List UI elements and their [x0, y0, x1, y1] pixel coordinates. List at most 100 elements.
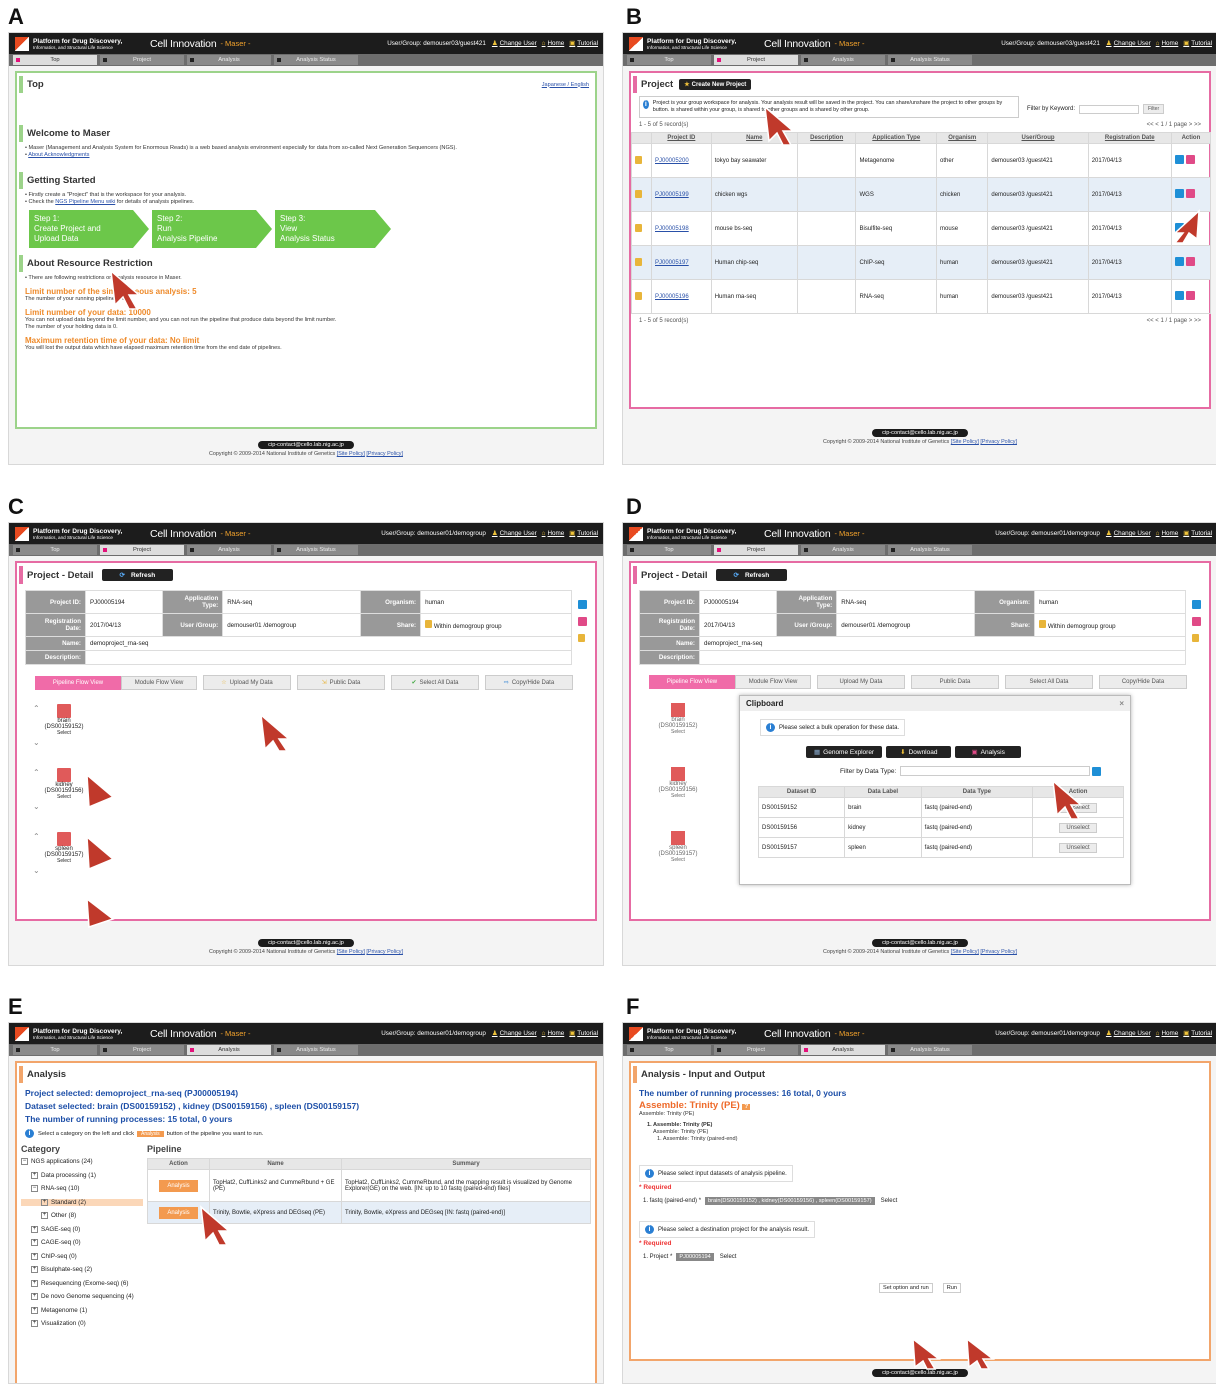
select-button[interactable]: Select — [29, 730, 99, 736]
contact-email[interactable]: cip-contact@cello.lab.nig.ac.jp — [872, 939, 968, 947]
dataset-kidney[interactable]: kidney (DS00159156) Select — [643, 767, 713, 799]
analysis-run-button[interactable]: Analysis — [159, 1206, 198, 1219]
filter-button[interactable]: Filter — [1143, 104, 1165, 114]
edit-icon[interactable] — [1192, 600, 1201, 609]
pipeline-flow-view-tab[interactable]: Pipeline Flow View — [35, 675, 121, 690]
privacy-policy-link[interactable]: [Privacy Policy] — [366, 451, 403, 457]
home-link[interactable]: ⌂ Home — [1156, 530, 1179, 537]
tutorial-link[interactable]: ▣ Tutorial — [569, 530, 598, 537]
note-icon[interactable] — [578, 634, 585, 642]
home-link[interactable]: ⌂ Home — [542, 530, 565, 537]
tab-analysis[interactable]: Analysis — [801, 55, 885, 65]
unselect-button[interactable]: Unselect — [1059, 842, 1097, 853]
filter-input[interactable] — [1079, 105, 1140, 114]
upload-my-data-button[interactable]: Upload My Data — [817, 675, 905, 689]
tab-top[interactable]: Top — [13, 1045, 97, 1055]
chevron-up-icon[interactable]: ⌃ — [33, 704, 40, 713]
contact-email[interactable]: cip-contact@cello.lab.nig.ac.jp — [258, 939, 354, 947]
select-datasets-button[interactable]: Select — [881, 1198, 898, 1204]
col-application-type[interactable]: Application Type — [855, 132, 938, 144]
home-link[interactable]: ⌂ Home — [542, 40, 565, 47]
dataset-spleen[interactable]: spleen (DS00159157) Select — [643, 831, 713, 863]
copy-hide-data-button[interactable]: Copy/Hide Data — [1099, 675, 1187, 689]
change-user-link[interactable]: ♟ Change User — [1106, 530, 1151, 537]
pipeline-flow-view-tab[interactable]: Pipeline Flow View — [649, 675, 735, 689]
tab-project[interactable]: Project — [100, 545, 184, 555]
public-data-button[interactable]: ⇲ Public Data — [297, 675, 385, 690]
expand-icon[interactable]: + — [31, 1225, 38, 1233]
expand-icon[interactable]: + — [31, 1306, 38, 1314]
view-icon[interactable] — [1174, 189, 1184, 198]
share-icon[interactable] — [1185, 155, 1195, 164]
category-item[interactable]: + Metagenome (1) — [21, 1306, 143, 1315]
home-link[interactable]: ⌂ Home — [1156, 1030, 1179, 1037]
chevron-down-icon[interactable]: ⌄ — [33, 866, 40, 875]
tutorial-link[interactable]: ▣ Tutorial — [569, 40, 598, 47]
select-project-button[interactable]: Select — [720, 1254, 737, 1260]
tab-project[interactable]: Project — [100, 1045, 184, 1055]
tab-project[interactable]: Project — [714, 545, 798, 555]
close-icon[interactable]: × — [1119, 699, 1124, 708]
home-link[interactable]: ⌂ Home — [542, 1030, 565, 1037]
category-item[interactable]: − RNA-seq (10) — [21, 1185, 143, 1193]
analysis-button[interactable]: ▣ Analysis — [955, 746, 1021, 758]
tab-analysis-status[interactable]: Analysis Status — [888, 1045, 972, 1055]
change-user-link[interactable]: ♟ Change User — [1106, 1030, 1151, 1037]
col-user-group[interactable]: User/Group — [987, 132, 1089, 144]
module-flow-view-tab[interactable]: Module Flow View — [735, 675, 811, 689]
project-id-link[interactable]: PJ00005197 — [651, 245, 712, 280]
help-icon[interactable]: ? — [742, 1104, 751, 1110]
category-item[interactable]: − NGS applications (24) — [21, 1158, 143, 1166]
category-item[interactable]: + Resequencing (Exome-seq) (6) — [21, 1279, 143, 1288]
change-user-link[interactable]: ♟ Change User — [1106, 40, 1151, 47]
change-user-link[interactable]: ♟ Change User — [492, 530, 537, 537]
language-switch[interactable]: Japanese / English — [542, 82, 589, 88]
select-all-data-button[interactable]: ✔ Select All Data — [391, 675, 479, 690]
refresh-button[interactable]: ⟳ Refresh — [101, 569, 174, 581]
tab-analysis-status[interactable]: Analysis Status — [274, 55, 358, 65]
share-icon[interactable] — [1192, 617, 1201, 626]
view-icon[interactable] — [1174, 155, 1184, 164]
view-icon[interactable] — [1174, 257, 1184, 266]
tab-top[interactable]: Top — [13, 545, 97, 555]
category-item[interactable]: + De novo Genome sequencing (4) — [21, 1293, 143, 1301]
privacy-policy-link[interactable]: [Privacy Policy] — [366, 949, 403, 955]
unselect-button[interactable]: Unselect — [1059, 822, 1097, 833]
tutorial-link[interactable]: ▣ Tutorial — [1183, 40, 1212, 47]
upload-my-data-button[interactable]: ☆ Upload My Data — [203, 675, 291, 690]
set-option-and-run-button[interactable]: Set option and run — [879, 1283, 933, 1293]
module-flow-view-tab[interactable]: Module Flow View — [121, 675, 197, 690]
data-type-select[interactable] — [900, 766, 1091, 776]
home-link[interactable]: ⌂ Home — [1156, 40, 1179, 47]
select-all-data-button[interactable]: Select All Data — [1005, 675, 1093, 689]
create-project-button[interactable]: ★ Create New Project — [679, 79, 752, 90]
project-id-link[interactable]: PJ00005196 — [651, 279, 712, 314]
tab-analysis-status[interactable]: Analysis Status — [888, 55, 972, 65]
expand-icon[interactable]: + — [31, 1266, 38, 1273]
tab-analysis-status[interactable]: Analysis Status — [888, 545, 972, 555]
category-item[interactable]: + SAGE-seq (0) — [21, 1225, 143, 1234]
category-item[interactable]: + Bisulphate-seq (2) — [21, 1266, 143, 1274]
tab-project[interactable]: Project — [714, 1045, 798, 1055]
public-data-button[interactable]: Public Data — [911, 675, 999, 689]
site-policy-link[interactable]: [Site Policy] — [337, 451, 365, 457]
step-1-button[interactable]: Step 1: Create Project and Upload Data — [29, 210, 149, 248]
download-button[interactable]: ⬇ Download — [886, 746, 952, 758]
tab-analysis[interactable]: Analysis — [801, 545, 885, 555]
tab-project[interactable]: Project — [100, 55, 184, 65]
expand-icon[interactable]: + — [31, 1171, 38, 1179]
project-id-link[interactable]: PJ00005198 — [651, 211, 712, 246]
share-icon[interactable] — [1185, 257, 1195, 266]
category-item[interactable]: + ChIP-seq (0) — [21, 1252, 143, 1261]
view-icon[interactable] — [1174, 291, 1184, 300]
tab-top[interactable]: Top — [627, 545, 711, 555]
tab-analysis[interactable]: Analysis — [801, 1045, 885, 1055]
dataset-brain[interactable]: brain (DS00159152) Select — [643, 703, 713, 735]
expand-icon[interactable]: + — [31, 1279, 38, 1287]
category-item[interactable]: + Other (8) — [21, 1212, 143, 1220]
category-item[interactable]: + CAGE-seq (0) — [21, 1239, 143, 1247]
tab-top[interactable]: Top — [13, 55, 97, 65]
expand-icon[interactable]: + — [41, 1198, 48, 1206]
contact-email[interactable]: cip-contact@cello.lab.nig.ac.jp — [258, 441, 354, 449]
tab-analysis[interactable]: Analysis — [187, 55, 271, 65]
